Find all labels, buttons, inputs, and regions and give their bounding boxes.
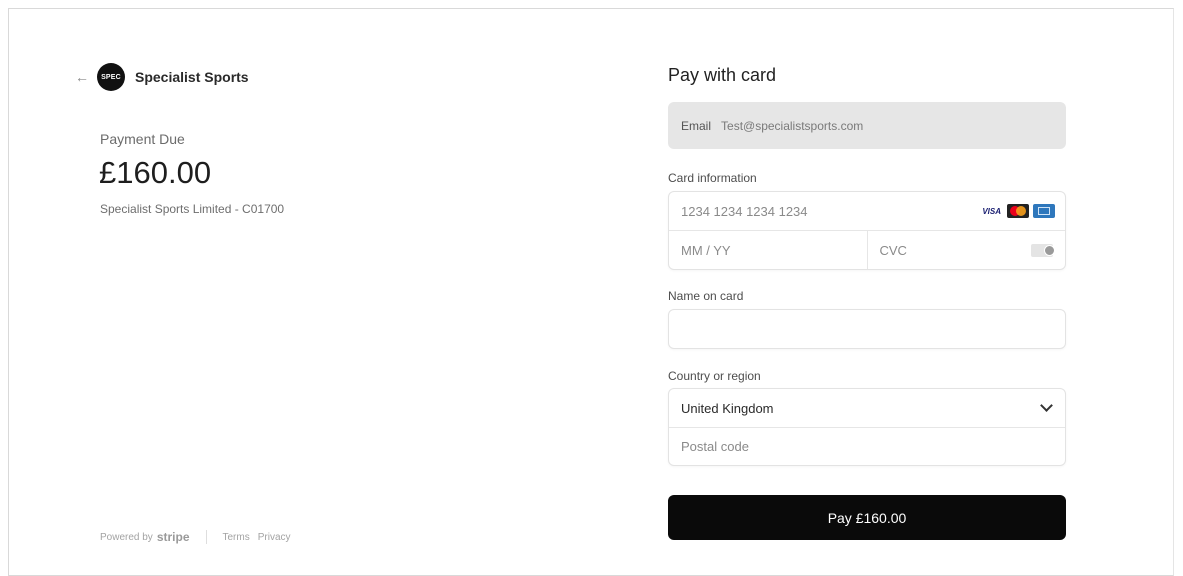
merchant-logo-text: SPEC (101, 73, 121, 81)
expiry-input[interactable]: MM / YY (669, 231, 867, 269)
cvc-input[interactable]: CVC (866, 231, 1066, 269)
cvc-card-icon (1031, 244, 1055, 257)
footer: Powered by stripe Terms Privacy (100, 530, 291, 544)
email-field[interactable]: Email Test@specialistsports.com (668, 102, 1066, 149)
stripe-logo[interactable]: stripe (157, 530, 190, 544)
footer-divider (205, 530, 207, 544)
postal-code-placeholder: Postal code (681, 439, 749, 454)
payment-description: Specialist Sports Limited - C01700 (100, 202, 285, 216)
name-on-card-input[interactable] (669, 310, 1065, 348)
visa-icon: VISA (982, 206, 1001, 216)
country-label: Country or region (668, 369, 761, 383)
checkout-frame: ← SPEC Specialist Sports Payment Due £16… (8, 8, 1174, 576)
card-info-group: 1234 1234 1234 1234 VISA MM / YY CVC (668, 191, 1066, 270)
card-number-input[interactable]: 1234 1234 1234 1234 VISA (669, 192, 1065, 230)
amex-icon (1033, 204, 1055, 218)
name-on-card-group (668, 309, 1066, 349)
chevron-down-icon (1040, 399, 1053, 412)
country-select[interactable]: United Kingdom (669, 389, 1065, 427)
payment-form-panel: Pay with card Email Test@specialistsport… (589, 9, 1175, 575)
card-info-label: Card information (668, 171, 757, 185)
postal-code-input[interactable]: Postal code (669, 427, 1065, 465)
pay-button[interactable]: Pay £160.00 (668, 495, 1066, 540)
email-label: Email (681, 118, 712, 133)
terms-link[interactable]: Terms (223, 532, 250, 543)
form-title: Pay with card (668, 65, 777, 85)
payment-due-label: Payment Due (100, 131, 185, 147)
email-value: Test@specialistsports.com (721, 118, 864, 133)
powered-by-text: Powered by (100, 531, 153, 543)
merchant-logo: SPEC (97, 63, 125, 91)
back-arrow-icon[interactable]: ← (75, 69, 89, 85)
order-summary-panel: ← SPEC Specialist Sports Payment Due £16… (9, 9, 589, 575)
merchant-header: ← SPEC Specialist Sports (75, 63, 249, 91)
name-on-card-label: Name on card (668, 289, 744, 303)
payment-amount: £160.00 (99, 155, 212, 190)
address-group: United Kingdom Postal code (668, 388, 1066, 466)
privacy-link[interactable]: Privacy (258, 532, 291, 543)
merchant-name: Specialist Sports (135, 69, 249, 85)
card-brands: VISA (982, 204, 1055, 218)
card-number-placeholder: 1234 1234 1234 1234 (681, 203, 808, 219)
cvc-placeholder: CVC (879, 242, 907, 258)
expiry-placeholder: MM / YY (681, 242, 731, 258)
country-value: United Kingdom (681, 400, 774, 416)
card-expiry-cvc-row: MM / YY CVC (669, 230, 1065, 269)
mastercard-icon (1007, 204, 1029, 218)
